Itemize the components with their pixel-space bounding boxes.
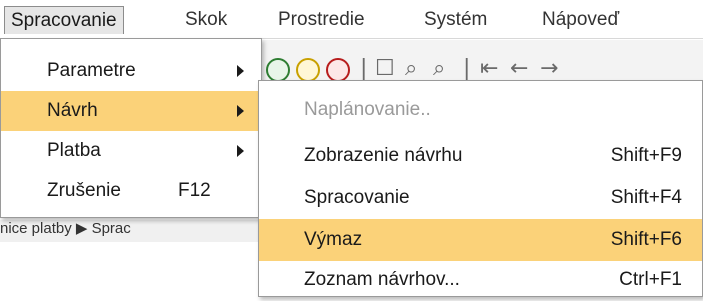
next-page-icon[interactable]: →	[540, 56, 558, 81]
submenu-item-vymaz[interactable]: Výmaz Shift+F6	[259, 219, 702, 261]
menubar-item-napoved[interactable]: Nápoveď	[536, 6, 625, 34]
menu-item-shortcut: F12	[178, 180, 211, 201]
menubar-item-system[interactable]: Systém	[418, 6, 493, 34]
submenu-item-shortcut: Shift+F4	[610, 187, 682, 208]
find-next-icon[interactable]: ⌕	[433, 56, 445, 81]
exit-icon[interactable]	[296, 58, 320, 82]
menubar-item-prostredie[interactable]: Prostredie	[272, 6, 371, 34]
submenu-item-zoznam-navrhov[interactable]: Zoznam návrhov... Ctrl+F1	[259, 259, 702, 301]
find-icon[interactable]: ⌕	[405, 56, 417, 81]
menu-item-label: Zrušenie	[47, 180, 121, 201]
menu-item-label: Parametre	[47, 60, 136, 81]
submenu-item-shortcut: Ctrl+F1	[619, 269, 682, 290]
separator-icon: |	[463, 56, 471, 81]
menubar-item-skok[interactable]: Skok	[179, 6, 233, 34]
submenu-arrow-icon	[237, 65, 244, 77]
submenu-arrow-icon	[237, 145, 244, 157]
submenu-item-spracovanie[interactable]: Spracovanie Shift+F4	[259, 177, 702, 219]
submenu-navrh: Naplánovanie.. Zobrazenie návrhu Shift+F…	[258, 80, 703, 297]
menubar-item-spracovanie[interactable]: Spracovanie	[4, 6, 124, 34]
previous-page-icon[interactable]: ←	[510, 56, 528, 81]
submenu-item-naplanovanie: Naplánovanie..	[259, 89, 702, 131]
submenu-item-zobrazenie-navrhu[interactable]: Zobrazenie návrhu Shift+F9	[259, 135, 702, 177]
menu-item-label: Platba	[47, 140, 101, 161]
print-icon[interactable]: ☐	[375, 56, 395, 81]
submenu-item-label: Zobrazenie návrhu	[304, 145, 463, 166]
submenu-item-label: Spracovanie	[304, 187, 410, 208]
menu-item-navrh[interactable]: Návrh	[1, 91, 261, 131]
background-content: nice platby ▶ Sprac	[0, 220, 258, 242]
submenu-item-shortcut: Shift+F6	[610, 229, 682, 250]
menu-item-platba[interactable]: Platba	[1, 131, 261, 171]
menubar: Spracovanie Skok Prostredie Systém Nápov…	[0, 0, 703, 39]
cancel-icon[interactable]	[326, 58, 350, 82]
submenu-item-label: Naplánovanie..	[304, 99, 431, 120]
submenu-arrow-icon	[237, 105, 244, 117]
separator-icon: |	[360, 56, 368, 81]
menu-item-label: Návrh	[47, 100, 98, 121]
submenu-item-label: Zoznam návrhov...	[304, 269, 460, 290]
first-page-icon[interactable]: ⇤	[480, 56, 498, 81]
dropdown-menu-spracovanie: Parametre Návrh Platba Zrušenie F12	[0, 38, 262, 218]
submenu-item-label: Výmaz	[304, 229, 363, 250]
submenu-item-shortcut: Shift+F9	[610, 145, 682, 166]
back-icon[interactable]	[266, 58, 290, 82]
menu-item-parametre[interactable]: Parametre	[1, 51, 261, 91]
menu-item-zrusenie[interactable]: Zrušenie F12	[1, 171, 261, 211]
